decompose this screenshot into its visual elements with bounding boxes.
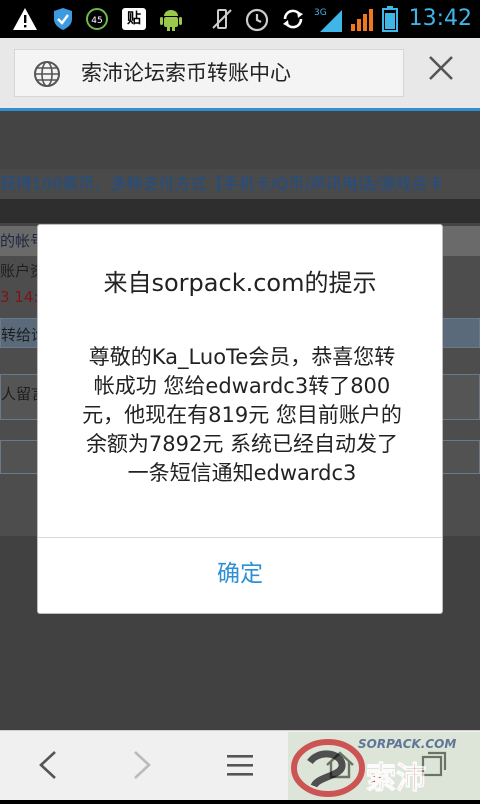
menu-button[interactable] [218,745,262,785]
battery-icon [382,6,398,32]
sync-icon [280,7,306,31]
clock: 13:42 [408,6,472,31]
svg-text:3G: 3G [314,8,327,18]
back-button[interactable] [26,745,70,785]
shield-icon [52,7,74,31]
badge-45-text: 45 [86,8,108,30]
browser-address-bar: 索沛论坛索币转账中心 [0,38,480,111]
row-time: 3 14: [0,288,39,306]
forward-button[interactable] [120,745,164,785]
url-field[interactable]: 索沛论坛索币转账中心 [14,49,404,97]
page-divider [0,199,480,223]
ok-button[interactable]: 确定 [38,538,442,613]
chevron-right-icon [134,751,151,779]
signal-3g-icon: 3G [314,7,344,32]
close-icon[interactable] [424,51,458,85]
alarm-icon [244,7,270,32]
signal-icon [350,7,376,31]
dialog-message: 尊敬的Ka_LuoTe会员，恭喜您转帐成功 您给edwardc3转了800元，他… [82,345,402,485]
page-title: 索沛论坛索币转账中心 [81,61,291,85]
dialog-title: 来自sorpack.com的提示 [103,269,377,297]
warning-icon [12,7,38,31]
tieba-text: 贴 [122,8,146,30]
android-icon [160,7,182,31]
vibrate-off-icon [210,7,234,31]
alert-dialog: 来自sorpack.com的提示 尊敬的Ka_LuoTe会员，恭喜您转帐成功 您… [38,225,442,613]
marquee-banner[interactable]: 获得100索币，多种支付方式【手机卡/Q币/声讯电话/游戏点卡 [0,169,480,199]
tieba-icon: 贴 [122,7,146,31]
chevron-left-icon [39,751,56,779]
status-bar: 45 贴 3G 13:42 [0,0,480,38]
globe-icon [33,60,61,92]
watermark-logo: SORPACK.COM 索沛 [288,732,480,800]
watermark-cn-text: 索沛 [366,761,426,796]
badge-45-icon: 45 [86,7,108,31]
watermark-text: SORPACK.COM [358,737,456,751]
menu-icon [227,755,253,776]
